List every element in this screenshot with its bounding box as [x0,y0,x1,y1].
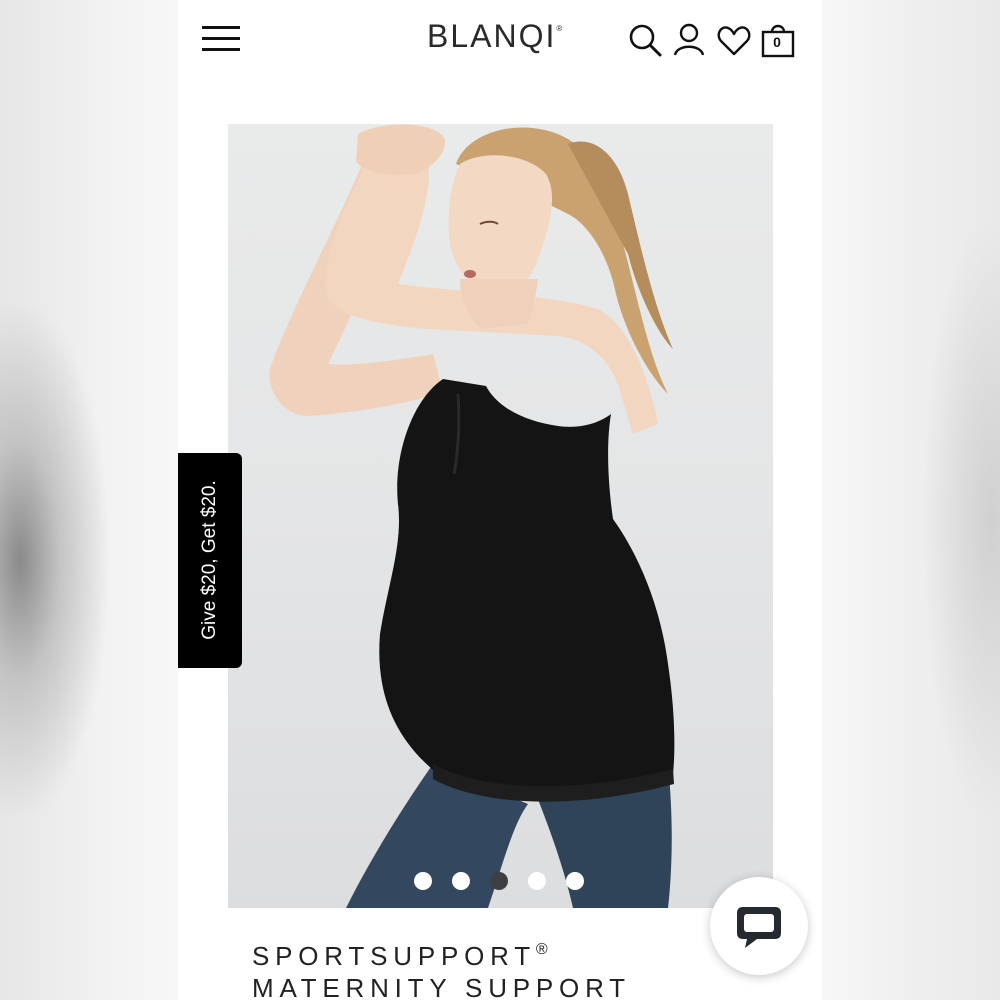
account-icon[interactable] [672,22,708,58]
brand-name: BLANQI [427,18,557,54]
screen: BLANQI® 0 Give $20, Get $20. SPORTSUPPOR… [0,0,1000,1000]
brand-registered-mark: ® [556,24,565,33]
carousel-dot-2[interactable] [452,872,470,890]
search-icon[interactable] [627,22,663,58]
wishlist-heart-icon[interactable] [716,22,752,58]
shopping-bag-icon[interactable]: 0 [761,22,795,58]
chat-bubble-icon [737,907,781,948]
product-title-line2: MATERNITY SUPPORT [252,973,631,1000]
product-image[interactable] [228,124,773,908]
carousel-dot-5[interactable] [566,872,584,890]
carousel-dot-1[interactable] [414,872,432,890]
menu-icon[interactable] [202,24,240,54]
product-title-registered-mark: ® [535,941,548,958]
brand-logo[interactable]: BLANQI® [427,18,564,55]
carousel-pagination [414,872,594,892]
model-photo-illustration [269,124,675,908]
blurred-backdrop-left [0,0,178,1000]
cart-count: 0 [773,34,781,50]
referral-tab[interactable]: Give $20, Get $20. [178,453,242,668]
mobile-page: BLANQI® 0 Give $20, Get $20. SPORTSUPPOR… [178,0,822,1000]
blurred-backdrop-right [822,0,1000,1000]
carousel-dot-4[interactable] [528,872,546,890]
site-header: BLANQI® 0 [178,0,822,80]
referral-tab-label: Give $20, Get $20. [199,480,220,640]
product-title: SPORTSUPPORT® MATERNITY SUPPORT [252,940,712,1000]
carousel-dot-3-active[interactable] [490,872,508,890]
chat-button[interactable] [710,877,808,975]
product-title-line1: SPORTSUPPORT [252,941,536,971]
